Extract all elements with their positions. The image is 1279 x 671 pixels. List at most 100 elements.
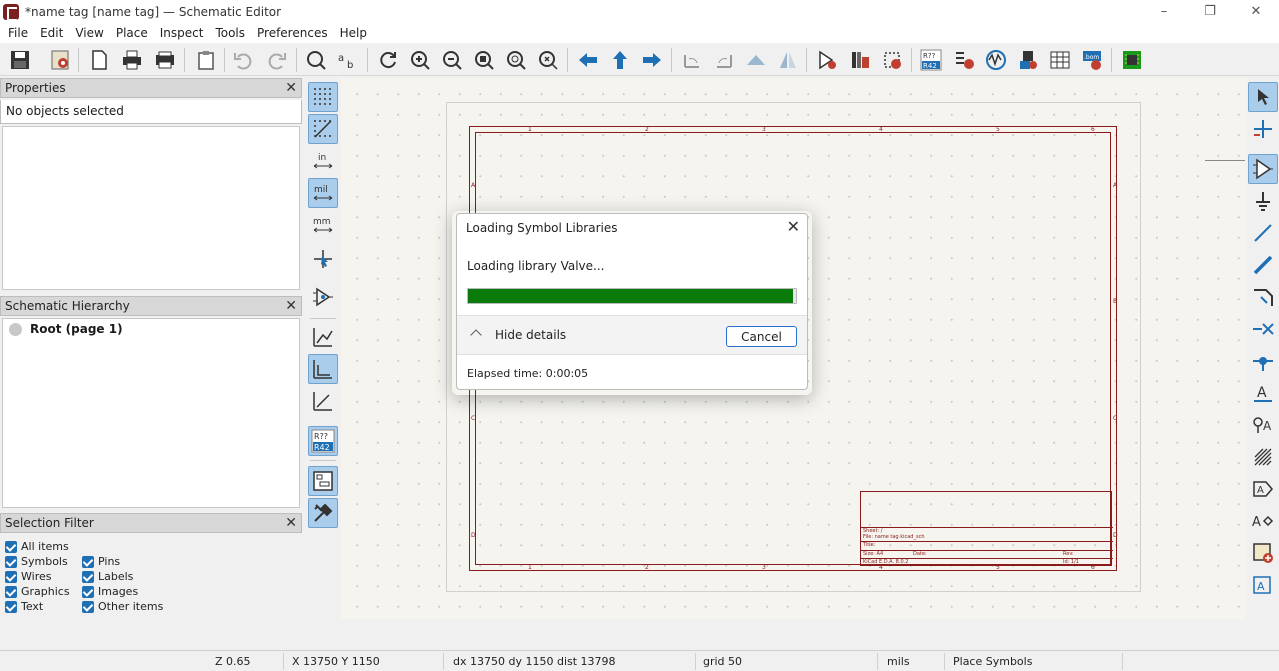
chevron-up-icon[interactable] (470, 329, 482, 341)
find-replace-icon[interactable]: ab (335, 47, 361, 73)
line-mode-90-icon[interactable] (308, 354, 338, 384)
page-settings-icon[interactable] (86, 47, 112, 73)
add-sheet-pin-icon[interactable]: A (1248, 570, 1278, 600)
filter-graphics-checkbox[interactable]: Graphics (5, 585, 70, 598)
filter-images-checkbox[interactable]: Images (82, 585, 138, 598)
add-sheet-icon[interactable] (1248, 538, 1278, 568)
symbol-fields-table-icon[interactable] (1047, 47, 1073, 73)
paste-icon[interactable] (193, 47, 219, 73)
print-icon[interactable] (119, 47, 145, 73)
properties-manager-icon[interactable] (308, 498, 338, 528)
erc-icon[interactable] (951, 47, 977, 73)
status-delta: dx 13750 dy 1150 dist 13798 (453, 655, 616, 668)
footprint-editor-icon[interactable] (879, 47, 905, 73)
navigate-forward-icon[interactable] (639, 47, 665, 73)
filter-pins-checkbox[interactable]: Pins (82, 555, 120, 568)
add-global-label-icon[interactable]: A (1248, 474, 1278, 504)
filter-all-items-checkbox[interactable]: All items (5, 540, 69, 553)
assign-footprints-icon[interactable] (1015, 47, 1041, 73)
menu-tools[interactable]: Tools (209, 26, 251, 40)
svg-text:mil: mil (314, 185, 328, 195)
zoom-in-icon[interactable] (407, 47, 433, 73)
rotate-cw-icon[interactable] (711, 47, 737, 73)
symbol-editor-icon[interactable] (814, 47, 840, 73)
add-text-icon[interactable]: A (1248, 506, 1278, 536)
symbol-library-browser-icon[interactable] (847, 47, 873, 73)
hide-details-button[interactable]: Hide details (495, 328, 566, 342)
close-icon[interactable]: ✕ (285, 515, 297, 531)
filter-text-checkbox[interactable]: Text (5, 600, 43, 613)
filter-labels-checkbox[interactable]: Labels (82, 570, 133, 583)
filter-symbols-checkbox[interactable]: Symbols (5, 555, 68, 568)
zoom-fit-icon[interactable] (471, 47, 497, 73)
add-junction-icon[interactable] (1248, 346, 1278, 376)
close-window-button[interactable]: ✕ (1233, 0, 1279, 23)
add-bus-entry-icon[interactable] (1248, 282, 1278, 312)
plot-icon[interactable] (152, 47, 178, 73)
add-label-icon[interactable]: A (1248, 378, 1278, 408)
status-separator (944, 653, 945, 670)
selection-filter-body: All items Symbols Pins Wires Labels Grap… (0, 535, 302, 619)
select-arrow-icon[interactable] (1248, 82, 1278, 112)
menu-inspect[interactable]: Inspect (154, 26, 210, 40)
grid-override-icon[interactable] (308, 114, 338, 144)
close-icon[interactable]: ✕ (285, 298, 297, 314)
units-mils-icon[interactable]: mil (308, 178, 338, 208)
line-mode-45-icon[interactable] (308, 386, 338, 416)
add-symbol-icon[interactable] (1248, 154, 1278, 184)
filter-other-items-checkbox[interactable]: Other items (82, 600, 163, 613)
add-wire-icon[interactable] (1248, 218, 1278, 248)
menu-view[interactable]: View (69, 26, 109, 40)
open-pcb-icon[interactable] (1119, 47, 1145, 73)
maximize-button[interactable]: ❐ (1187, 0, 1233, 23)
schematic-setup-icon[interactable] (47, 47, 73, 73)
rotate-ccw-icon[interactable] (679, 47, 705, 73)
bom-icon[interactable]: .bom (1079, 47, 1105, 73)
hidden-pins-icon[interactable] (308, 282, 338, 312)
annotate-icon[interactable]: R?? R42 (918, 47, 944, 73)
toolbar-separator (310, 318, 336, 319)
add-bus-icon[interactable] (1248, 250, 1278, 280)
filter-wires-checkbox[interactable]: Wires (5, 570, 51, 583)
hierarchy-root-item[interactable]: Root (page 1) (9, 322, 123, 336)
navigate-back-icon[interactable] (575, 47, 601, 73)
units-mm-icon[interactable]: mm (308, 210, 338, 240)
menu-preferences[interactable]: Preferences (251, 26, 334, 40)
svg-text:A: A (1257, 385, 1267, 401)
menu-edit[interactable]: Edit (34, 26, 69, 40)
sheet-row-label: C (471, 415, 476, 422)
grid-dots-icon[interactable] (308, 82, 338, 112)
refresh-icon[interactable] (375, 47, 401, 73)
selection-filter-title: Selection Filter (5, 516, 94, 530)
line-mode-free-icon[interactable] (308, 322, 338, 352)
zoom-selection-icon[interactable] (535, 47, 561, 73)
minimize-button[interactable]: – (1141, 0, 1187, 23)
add-power-icon[interactable] (1248, 186, 1278, 216)
save-icon[interactable] (7, 47, 33, 73)
add-hierarchical-label-icon[interactable] (1248, 442, 1278, 472)
zoom-objects-icon[interactable] (503, 47, 529, 73)
selection-filter-header: Selection Filter ✕ (0, 513, 302, 533)
close-icon[interactable]: ✕ (787, 217, 800, 236)
units-inches-icon[interactable]: in (308, 146, 338, 176)
annotate-auto-icon[interactable]: R?? R42 (308, 426, 338, 456)
cancel-button[interactable]: Cancel (726, 326, 797, 347)
cursor-crosshair-icon[interactable] (308, 244, 338, 274)
navigate-up-icon[interactable] (607, 47, 633, 73)
menu-place[interactable]: Place (110, 26, 154, 40)
close-icon[interactable]: ✕ (285, 80, 297, 96)
find-icon[interactable] (303, 47, 329, 73)
mirror-horizontal-icon[interactable] (775, 47, 801, 73)
redo-icon[interactable] (264, 47, 290, 73)
menu-help[interactable]: Help (334, 26, 373, 40)
properties-panel-body (2, 126, 300, 290)
add-net-class-directive-icon[interactable]: A (1248, 410, 1278, 440)
hierarchy-navigator-icon[interactable] (308, 466, 338, 496)
add-no-connect-icon[interactable] (1248, 314, 1278, 344)
highlight-net-icon[interactable] (1248, 114, 1278, 144)
simulator-icon[interactable] (983, 47, 1009, 73)
menu-file[interactable]: File (2, 26, 34, 40)
mirror-vertical-icon[interactable] (743, 47, 769, 73)
undo-icon[interactable] (230, 47, 256, 73)
zoom-out-icon[interactable] (439, 47, 465, 73)
